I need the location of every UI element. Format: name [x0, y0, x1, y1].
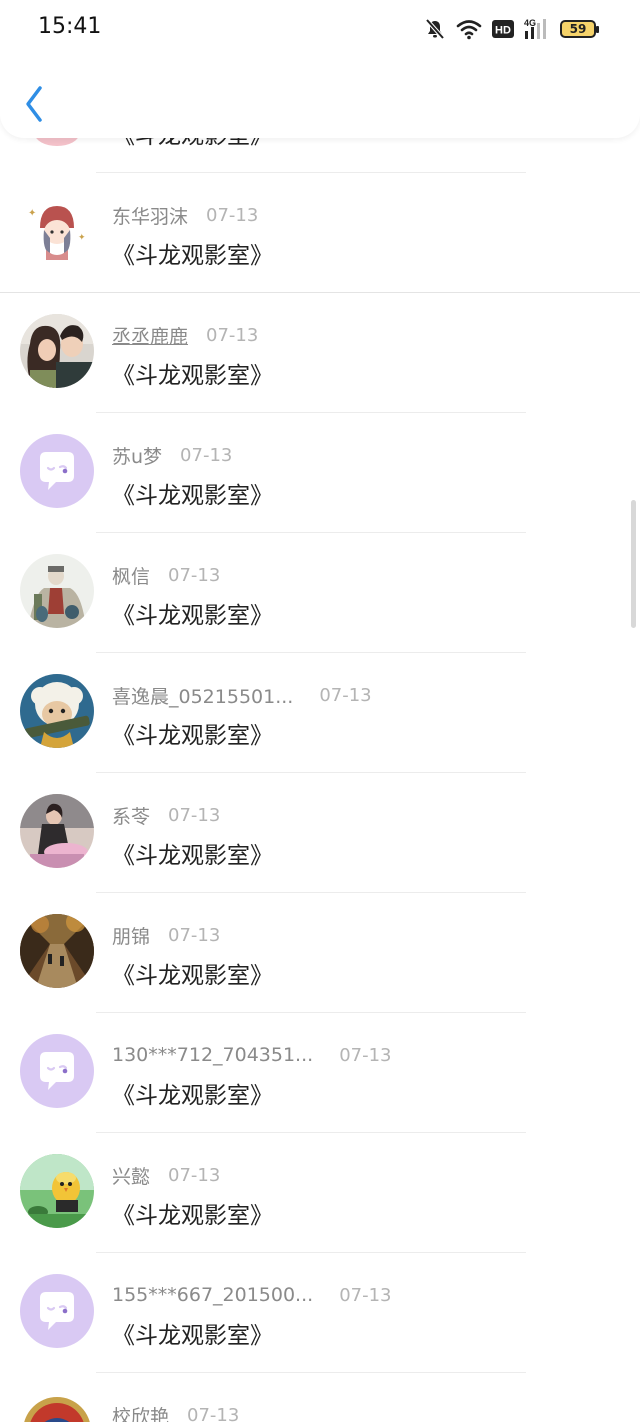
- row-divider: [96, 892, 526, 893]
- avatar[interactable]: [20, 794, 94, 868]
- svg-text:HD: HD: [495, 25, 511, 37]
- username[interactable]: 校欣艳: [112, 1402, 169, 1422]
- status-icons: HD 4G 59: [424, 16, 599, 42]
- row-divider: [96, 172, 526, 173]
- svg-text:✦: ✦: [28, 208, 36, 219]
- section-divider: [0, 292, 640, 293]
- comment-meta: 丞丞鹿鹿 07-13: [112, 322, 258, 348]
- avatar[interactable]: [20, 1034, 94, 1108]
- username[interactable]: 兴懿: [112, 1162, 150, 1189]
- username[interactable]: 枫信: [112, 562, 150, 589]
- chevron-left-icon: [26, 86, 42, 122]
- avatar[interactable]: [20, 674, 94, 748]
- comment-row[interactable]: 兴懿 07-13 《斗龙观影室》: [0, 1132, 640, 1252]
- comment-row[interactable]: 校欣艳 07-13: [0, 1372, 640, 1422]
- comment-text: 《斗龙观影室》: [112, 1203, 273, 1229]
- row-divider: [96, 412, 526, 413]
- comment-date: 07-13: [206, 324, 259, 346]
- comment-row[interactable]: 155***667_201500... 07-13 《斗龙观影室》: [0, 1252, 640, 1372]
- comment-row[interactable]: 130***712_704351... 07-13 《斗龙观影室》: [0, 1012, 640, 1132]
- comment-date: 07-13: [187, 1404, 240, 1422]
- comment-row[interactable]: 枫信 07-13 《斗龙观影室》: [0, 532, 640, 652]
- avatar[interactable]: [20, 1154, 94, 1228]
- comment-meta: 枫信 07-13: [112, 562, 220, 588]
- comment-date: 07-13: [168, 564, 221, 586]
- comment-row[interactable]: 丞丞鹿鹿 07-13 《斗龙观影室》: [0, 292, 640, 412]
- comment-date: 07-13: [168, 1164, 221, 1186]
- comment-list-page: 《斗龙观影室》✦✦东华羽沫07-13《斗龙观影室》丞丞鹿鹿07-13《斗龙观影室…: [0, 0, 640, 1422]
- avatar[interactable]: [20, 554, 94, 628]
- comment-meta: 朋锦 07-13: [112, 922, 220, 948]
- top-bar: 15:41 HD 4G 59: [0, 0, 640, 138]
- comment-meta: 苏u梦 07-13: [112, 442, 232, 468]
- avatar[interactable]: [20, 314, 94, 388]
- avatar[interactable]: ✦ ✦: [20, 194, 94, 268]
- username[interactable]: 系苓: [112, 802, 150, 829]
- battery-indicator: 59: [560, 20, 599, 38]
- row-divider: [96, 772, 526, 773]
- avatar[interactable]: [20, 914, 94, 988]
- comment-text: 《斗龙观影室》: [112, 843, 273, 869]
- username[interactable]: 155***667_201500...: [112, 1284, 313, 1306]
- comment-row[interactable]: 朋锦 07-13 《斗龙观影室》: [0, 892, 640, 1012]
- svg-text:4G: 4G: [524, 18, 536, 28]
- comment-date: 07-13: [206, 204, 259, 226]
- comment-row[interactable]: 系苓 07-13 《斗龙观影室》: [0, 772, 640, 892]
- comment-text: 《斗龙观影室》: [112, 963, 273, 989]
- comment-date: 07-13: [168, 804, 221, 826]
- comment-date: 07-13: [339, 1044, 392, 1066]
- comment-date: 07-13: [168, 924, 221, 946]
- username[interactable]: 喜逸晨_05215501...: [112, 682, 293, 709]
- comment-date: 07-13: [319, 684, 372, 706]
- username[interactable]: 苏u梦: [112, 442, 162, 469]
- comment-text: 《斗龙观影室》: [112, 603, 273, 629]
- row-divider: [96, 652, 526, 653]
- comment-row[interactable]: 苏u梦 07-13 《斗龙观影室》: [0, 412, 640, 532]
- row-divider: [96, 1252, 526, 1253]
- row-divider: [96, 1372, 526, 1373]
- comment-row[interactable]: ✦ ✦ 东华羽沫 07-13 《斗龙观影室》: [0, 172, 640, 292]
- battery-level: 59: [569, 22, 587, 36]
- username[interactable]: 朋锦: [112, 922, 150, 949]
- comment-text: 《斗龙观影室》: [112, 483, 273, 509]
- comment-meta: 155***667_201500... 07-13: [112, 1282, 392, 1308]
- comment-text: 《斗龙观影室》: [112, 1323, 273, 1349]
- comment-meta: 东华羽沫 07-13: [112, 202, 258, 228]
- comment-meta: 130***712_704351... 07-13: [112, 1042, 392, 1068]
- back-button[interactable]: [20, 82, 52, 126]
- username[interactable]: 130***712_704351...: [112, 1044, 313, 1066]
- row-divider: [96, 1012, 526, 1013]
- mute-icon: [424, 18, 446, 40]
- scrollbar[interactable]: [631, 500, 636, 628]
- avatar[interactable]: [20, 1274, 94, 1348]
- comment-text: 《斗龙观影室》: [112, 723, 273, 749]
- wifi-icon: [456, 18, 482, 40]
- comment-meta: 喜逸晨_05215501... 07-13: [112, 682, 372, 708]
- comment-meta: 兴懿 07-13: [112, 1162, 220, 1188]
- username[interactable]: 丞丞鹿鹿: [112, 322, 188, 349]
- avatar[interactable]: [20, 1394, 94, 1422]
- comment-text: 《斗龙观影室》: [112, 243, 273, 269]
- status-time: 15:41: [38, 14, 102, 39]
- signal-4g-icon: 4G: [524, 18, 550, 40]
- username[interactable]: 东华羽沫: [112, 202, 188, 229]
- comment-row[interactable]: 喜逸晨_05215501... 07-13 《斗龙观影室》: [0, 652, 640, 772]
- svg-text:✦: ✦: [78, 233, 86, 243]
- row-divider: [96, 1132, 526, 1133]
- comment-meta: 校欣艳 07-13: [112, 1402, 239, 1422]
- hd-icon: HD: [492, 20, 514, 38]
- comment-text: 《斗龙观影室》: [112, 1083, 273, 1109]
- avatar[interactable]: [20, 434, 94, 508]
- comment-date: 07-13: [339, 1284, 392, 1306]
- comment-text: 《斗龙观影室》: [112, 363, 273, 389]
- comment-date: 07-13: [180, 444, 233, 466]
- comment-meta: 系苓 07-13: [112, 802, 220, 828]
- row-divider: [96, 532, 526, 533]
